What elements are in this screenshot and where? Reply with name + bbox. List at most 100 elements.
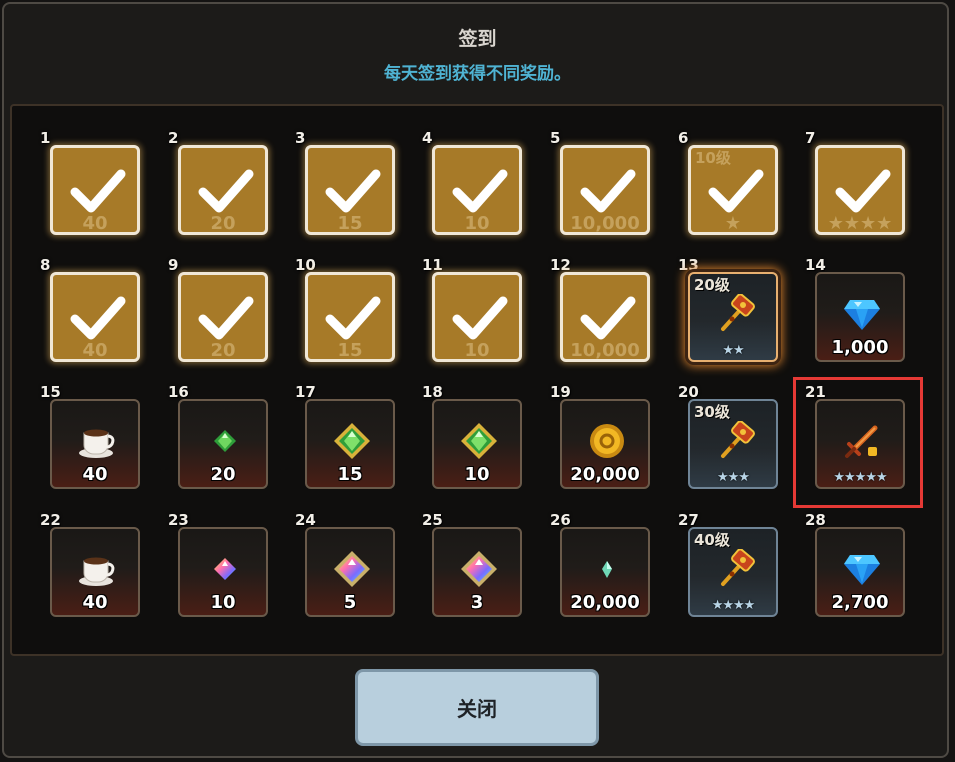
claimed-overlay: 10 <box>432 145 522 235</box>
reward-box: 20 <box>178 399 268 489</box>
day-cell-8[interactable]: 8 40 <box>40 256 140 362</box>
coffee-icon <box>77 549 117 589</box>
day-cell-4[interactable]: 4 10 <box>422 129 522 235</box>
day-cell-9[interactable]: 9 20 <box>168 256 268 362</box>
checkmark-icon <box>708 169 764 213</box>
day-cell-12[interactable]: 12 10,000 <box>550 256 650 362</box>
reward-box: 3 <box>432 527 522 617</box>
close-button[interactable]: 关闭 <box>355 669 599 746</box>
reward-box: 1,000 <box>815 272 905 362</box>
day-cell-2[interactable]: 2 20 <box>168 129 268 235</box>
reward-amount: 5 <box>343 592 357 613</box>
reward-box: 20,000 <box>560 527 650 617</box>
day-cell-5[interactable]: 5 10,000 <box>550 129 650 235</box>
reward-box: 40级 ★★★★ <box>688 527 778 617</box>
hammer-icon <box>715 293 755 334</box>
claimed-overlay: 40 <box>50 145 140 235</box>
level-label: 30级 <box>694 403 730 421</box>
green-gem-icon <box>459 421 499 461</box>
claimed-overlay: 20 <box>178 145 268 235</box>
checkmark-icon <box>835 169 891 213</box>
reward-amount: 40 <box>82 464 108 485</box>
star-rating: ★★★★ <box>711 598 756 613</box>
claimed-overlay: 10 <box>432 272 522 362</box>
reward-amount: 20,000 <box>570 464 640 485</box>
day-number: 9 <box>168 256 179 274</box>
day-cell-28[interactable]: 28 2,700 <box>805 511 905 617</box>
claimed-overlay: 40 <box>50 272 140 362</box>
day-cell-13[interactable]: 13 20级 ★★ <box>678 256 778 362</box>
gold-coin-icon <box>587 421 627 461</box>
day-cell-22[interactable]: 22 40 <box>40 511 140 617</box>
day-cell-7[interactable]: 7 ★★★★ <box>805 129 905 235</box>
blue-diamond-icon <box>842 549 882 589</box>
claimed-overlay: 20 <box>178 272 268 362</box>
day-cell-1[interactable]: 1 40 <box>40 129 140 235</box>
checkmark-icon <box>325 169 381 213</box>
reward-box: 10 <box>178 527 268 617</box>
reward-amount: 1,000 <box>831 337 889 358</box>
dialog-subtitle: 每天签到获得不同奖励。 <box>384 64 571 84</box>
day-cell-23[interactable]: 23 10 <box>168 511 268 617</box>
reward-amount: 2,700 <box>831 592 889 613</box>
reward-box: 40 <box>50 527 140 617</box>
reward-box: 30级 ★★★ <box>688 399 778 489</box>
checkmark-icon <box>580 169 636 213</box>
crystal-shard-icon <box>587 549 627 589</box>
day-cell-25[interactable]: 25 3 <box>422 511 522 617</box>
reward-amount: 15 <box>337 464 363 485</box>
checkmark-icon <box>325 296 381 340</box>
reward-amount: 40 <box>82 592 108 613</box>
day-number: 2 <box>168 129 179 147</box>
day-cell-24[interactable]: 24 5 <box>295 511 395 617</box>
day-cell-18[interactable]: 18 10 <box>422 383 522 489</box>
day-cell-14[interactable]: 14 1,000 <box>805 256 905 362</box>
day-cell-27[interactable]: 27 40级 ★★★★ <box>678 511 778 617</box>
selection-highlight <box>793 377 923 508</box>
day-cell-20[interactable]: 20 30级 ★★★ <box>678 383 778 489</box>
reward-box: 20级 ★★ <box>688 272 778 362</box>
checkmark-icon <box>70 296 126 340</box>
reward-amount: 10 <box>210 592 236 613</box>
checkmark-icon <box>580 296 636 340</box>
checkmark-icon <box>70 169 126 213</box>
rainbow-gem-icon <box>459 549 499 589</box>
dialog-title: 签到 <box>458 28 497 50</box>
reward-amount: 20,000 <box>570 592 640 613</box>
reward-amount: 10 <box>464 464 490 485</box>
day-number: 4 <box>422 129 433 147</box>
day-number: 7 <box>805 129 816 147</box>
level-label: 20级 <box>694 276 730 294</box>
reward-box: 5 <box>305 527 395 617</box>
star-rating: ★★ <box>722 343 744 358</box>
reward-amount: 3 <box>470 592 484 613</box>
small-green-gem-icon <box>205 421 245 461</box>
claimed-overlay: 10级 ★ <box>688 145 778 235</box>
reward-box: 10 <box>432 399 522 489</box>
day-cell-16[interactable]: 16 20 <box>168 383 268 489</box>
day-cell-15[interactable]: 15 40 <box>40 383 140 489</box>
checkmark-icon <box>198 169 254 213</box>
checkmark-icon <box>198 296 254 340</box>
blue-diamond-icon <box>842 294 882 334</box>
reward-box: 20,000 <box>560 399 650 489</box>
checkmark-icon <box>452 169 508 213</box>
claimed-overlay: 10,000 <box>560 272 650 362</box>
rainbow-gem-icon <box>332 549 372 589</box>
day-cell-11[interactable]: 11 10 <box>422 256 522 362</box>
day-cell-3[interactable]: 3 15 <box>295 129 395 235</box>
green-gem-icon <box>332 421 372 461</box>
day-number: 5 <box>550 129 561 147</box>
claimed-overlay: 10,000 <box>560 145 650 235</box>
reward-box: 40 <box>50 399 140 489</box>
reward-box: 2,700 <box>815 527 905 617</box>
day-cell-10[interactable]: 10 15 <box>295 256 395 362</box>
small-rainbow-gem-icon <box>205 549 245 589</box>
claimed-overlay: 15 <box>305 272 395 362</box>
day-cell-19[interactable]: 19 20,000 <box>550 383 650 489</box>
day-number: 3 <box>295 129 306 147</box>
reward-amount: 20 <box>210 464 236 485</box>
day-cell-17[interactable]: 17 15 <box>295 383 395 489</box>
day-cell-26[interactable]: 26 20,000 <box>550 511 650 617</box>
day-cell-6[interactable]: 6 10级 ★ <box>678 129 778 235</box>
